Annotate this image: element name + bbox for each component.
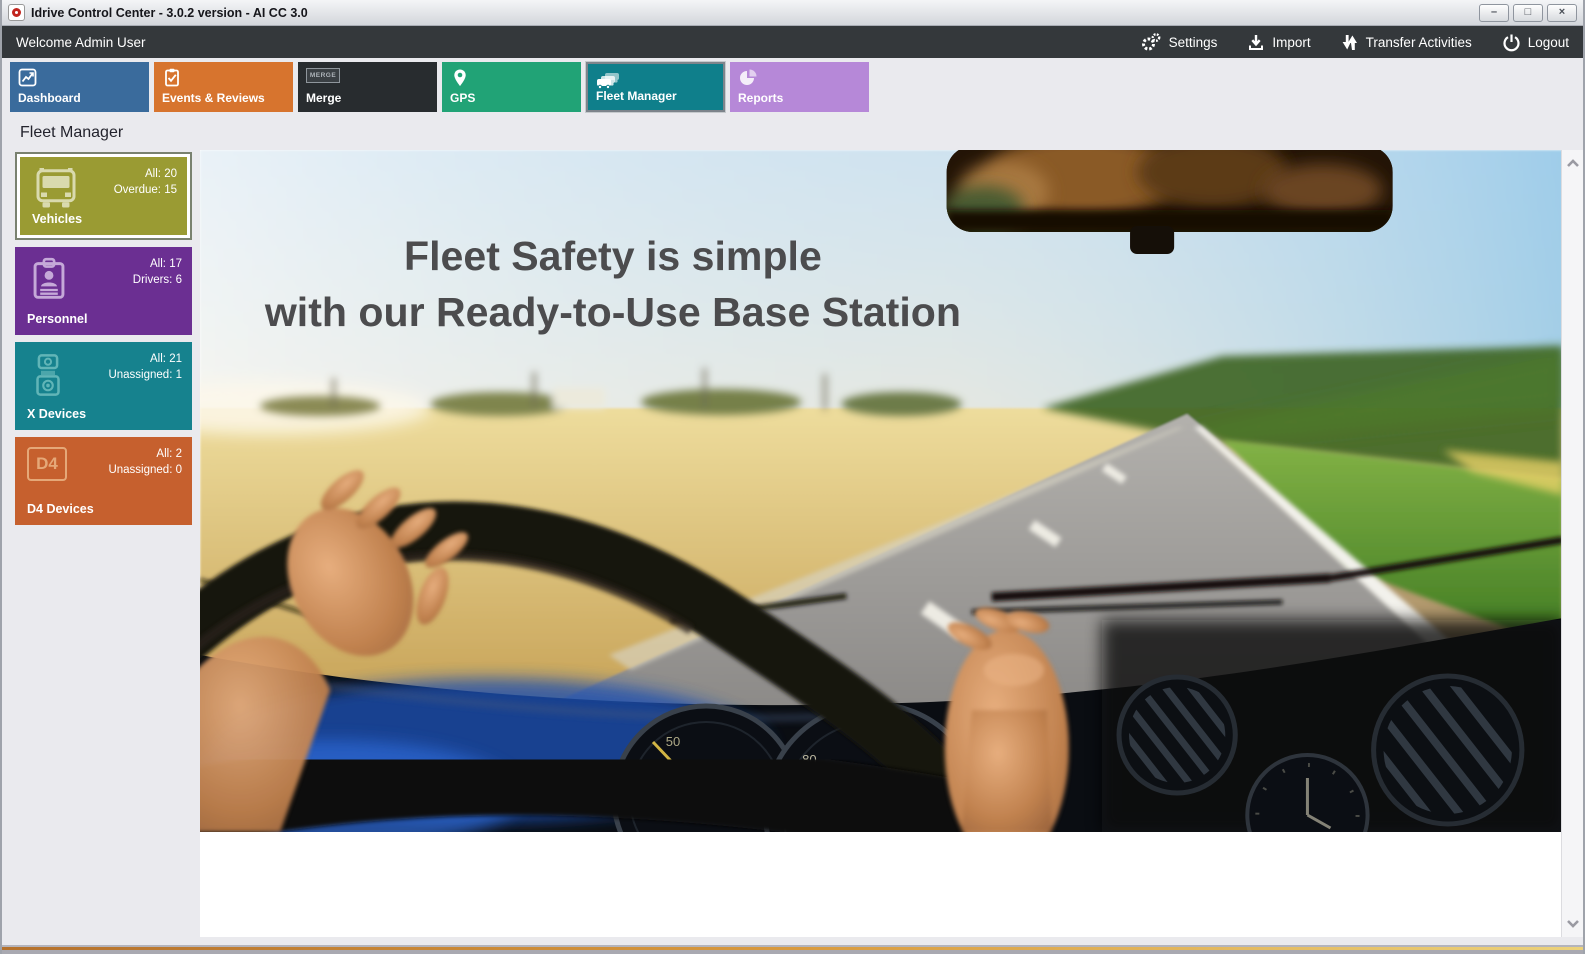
transfer-arrows-icon <box>1341 33 1359 52</box>
tab-merge[interactable]: MERGE Merge <box>298 62 437 112</box>
x-devices-card-label: X Devices <box>27 407 86 421</box>
tab-fleet-manager[interactable]: Fleet Manager <box>586 62 725 112</box>
page-title: Fleet Manager <box>2 116 1583 150</box>
settings-button[interactable]: Settings <box>1140 32 1218 52</box>
main-panel: Fleet Safety is simple with our Ready-to… <box>200 150 1561 937</box>
tab-events-reviews[interactable]: Events & Reviews <box>154 62 293 112</box>
welcome-text: Welcome Admin User <box>16 35 146 50</box>
hero-image: Fleet Safety is simple with our Ready-to… <box>200 150 1563 832</box>
vehicles-card-label: Vehicles <box>32 212 82 226</box>
vehicles-card[interactable]: All: 20 Overdue: 15 Vehicles <box>15 152 192 240</box>
bus-icon <box>32 167 80 209</box>
logout-button[interactable]: Logout <box>1502 33 1569 52</box>
tab-dashboard[interactable]: Dashboard <box>10 62 149 112</box>
pie-chart-icon <box>738 68 758 88</box>
fleet-sidebar: All: 20 Overdue: 15 Vehicles All: 17 Dri… <box>2 150 200 937</box>
x-devices-card[interactable]: All: 21 Unassigned: 1 X Devices <box>15 342 192 430</box>
top-bar: Welcome Admin User Settings Import <box>2 26 1583 58</box>
window-title: Idrive Control Center - 3.0.2 version - … <box>31 6 1479 20</box>
content-area: All: 20 Overdue: 15 Vehicles All: 17 Dri… <box>2 150 1583 937</box>
app-window: Idrive Control Center - 3.0.2 version - … <box>0 0 1585 954</box>
fleet-vehicles-icon <box>596 70 622 90</box>
import-button[interactable]: Import <box>1247 33 1310 52</box>
d4-devices-card-label: D4 Devices <box>27 502 94 516</box>
scroll-up-icon[interactable] <box>1565 156 1581 172</box>
tab-reports[interactable]: Reports <box>730 62 869 112</box>
hero-headline-line2: with our Ready-to-Use Base Station <box>264 289 961 335</box>
d4-device-icon: D4 <box>27 447 67 481</box>
gear-icon <box>1140 32 1162 52</box>
d4-devices-stats: All: 2 Unassigned: 0 <box>108 446 182 478</box>
tab-gps[interactable]: GPS <box>442 62 581 112</box>
personnel-card[interactable]: All: 17 Drivers: 6 Personnel <box>15 247 192 335</box>
d4-devices-card[interactable]: D4 All: 2 Unassigned: 0 D4 Devices <box>15 437 192 525</box>
module-tabs: Dashboard Events & Reviews MERGE Merge G… <box>2 58 1583 116</box>
status-bar <box>2 937 1583 945</box>
id-badge-icon <box>27 257 71 301</box>
power-icon <box>1502 33 1521 52</box>
personnel-stats: All: 17 Drivers: 6 <box>133 256 182 288</box>
app-logo-icon <box>8 4 25 21</box>
hero-headline-line1: Fleet Safety is simple <box>404 233 822 279</box>
personnel-card-label: Personnel <box>27 312 87 326</box>
merge-badge-icon: MERGE <box>306 68 340 83</box>
x-device-icon <box>27 352 69 398</box>
window-bottom-edge <box>2 950 1583 954</box>
vertical-scrollbar[interactable] <box>1561 150 1583 937</box>
scroll-down-icon[interactable] <box>1565 915 1581 931</box>
vehicles-stats: All: 20 Overdue: 15 <box>114 166 177 198</box>
location-pin-icon <box>450 68 470 88</box>
minimize-button[interactable]: – <box>1479 4 1509 22</box>
maximize-button[interactable]: □ <box>1513 4 1543 22</box>
close-button[interactable]: × <box>1547 4 1577 22</box>
import-download-icon <box>1247 33 1265 52</box>
title-bar: Idrive Control Center - 3.0.2 version - … <box>2 0 1583 26</box>
dashboard-chart-icon <box>18 68 38 88</box>
transfer-activities-button[interactable]: Transfer Activities <box>1341 33 1472 52</box>
clipboard-check-icon <box>162 68 182 88</box>
x-devices-stats: All: 21 Unassigned: 1 <box>108 351 182 383</box>
